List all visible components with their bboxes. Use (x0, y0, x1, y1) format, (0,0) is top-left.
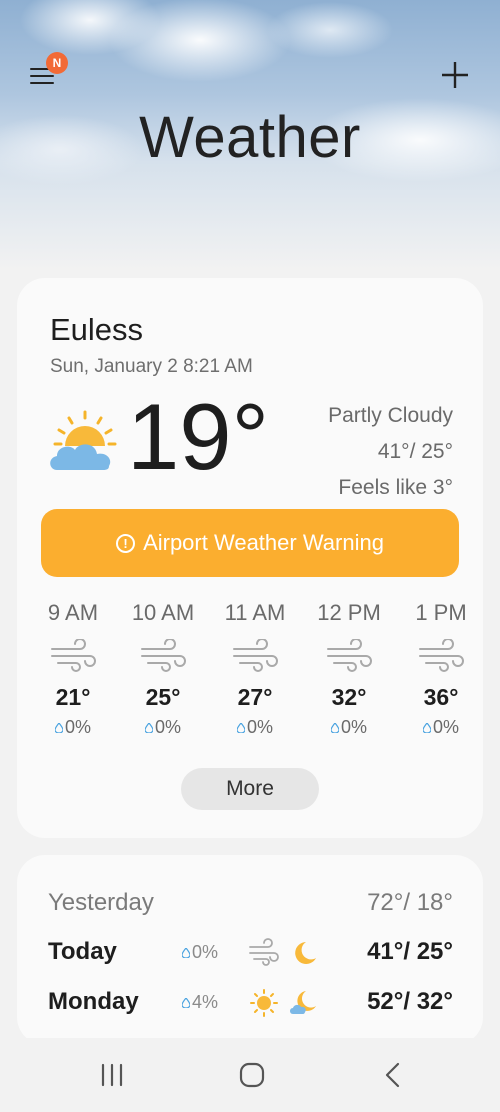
more-button[interactable]: More (181, 768, 319, 810)
recent-apps-icon (101, 1063, 123, 1087)
notification-badge: N (46, 52, 68, 74)
raindrop-icon (54, 723, 63, 734)
partly-cloudy-icon (50, 410, 117, 470)
hour-time: 11 AM (224, 600, 286, 625)
wind-icon (28, 636, 118, 676)
home-button[interactable] (232, 1060, 272, 1092)
hourly-item[interactable]: 9 AM 21° 0% (28, 600, 118, 738)
raindrop-icon (182, 998, 190, 1009)
hi-lo-temperature: 41°/ 25° (377, 440, 453, 463)
hour-precip-value: 0% (64, 717, 91, 737)
daily-forecast-card[interactable]: Yesterday 72°/ 18° Today 0% 41°/ 25° Mon… (17, 855, 483, 1045)
menu-icon-line (30, 75, 54, 77)
forecast-precip-value: 4% (192, 992, 219, 1012)
hour-precipitation: 0% (210, 717, 300, 738)
hour-precip-value: 0% (340, 717, 367, 737)
hourly-item[interactable]: 10 AM 25° 0% (118, 600, 208, 738)
hour-precip-value: 0% (246, 717, 273, 737)
back-button[interactable] (372, 1060, 412, 1092)
forecast-precip-value: 0% (192, 942, 219, 962)
wind-icon (396, 636, 483, 676)
weather-warning-banner[interactable]: ! Airport Weather Warning (41, 509, 459, 577)
hourly-forecast[interactable]: 9 AM 21° 0% 10 AM 25° 0% 11 AM 27° 0% 12… (17, 600, 483, 750)
recent-apps-button[interactable] (92, 1060, 132, 1092)
forecast-precipitation: 4% (182, 992, 218, 1013)
date-time: Sun, January 2 8:21 AM (50, 356, 253, 377)
warning-label: Airport Weather Warning (143, 530, 384, 555)
weather-summary: Partly Cloudy 41°/ 25° Feels like 3° (328, 398, 453, 506)
city-name: Euless (50, 312, 144, 347)
hour-precipitation: 0% (28, 717, 118, 738)
forecast-row[interactable]: Monday 4% 52°/ 32° (48, 982, 453, 1022)
hour-time: 10 AM (131, 600, 195, 625)
hour-precipitation: 0% (396, 717, 483, 738)
forecast-precipitation: 0% (182, 942, 218, 963)
forecast-row[interactable]: Today 0% 41°/ 25° (48, 932, 453, 972)
menu-icon-line (30, 82, 54, 84)
forecast-day: Monday (48, 988, 139, 1015)
hour-temperature: 21° (55, 684, 91, 710)
hour-time: 9 AM (47, 600, 99, 625)
cloudy-moon-icon (290, 991, 316, 1014)
wind-icon (304, 636, 394, 676)
current-weather-card[interactable]: Euless Sun, January 2 8:21 AM 19° Partly… (17, 278, 483, 838)
page-title: Weather (139, 105, 361, 170)
back-icon (385, 1062, 400, 1088)
raindrop-icon (144, 723, 153, 734)
current-temperature: 19° (127, 384, 270, 489)
condition-text: Partly Cloudy (328, 404, 453, 427)
raindrop-icon (330, 723, 339, 734)
hourly-item[interactable]: 1 PM 36° 0% (396, 600, 483, 738)
forecast-hilo: 41°/ 25° (367, 938, 453, 965)
plus-icon (442, 62, 468, 88)
raindrop-icon (182, 948, 190, 959)
raindrop-icon (236, 723, 245, 734)
hour-temperature: 32° (331, 684, 367, 710)
forecast-hilo: 72°/ 18° (367, 889, 453, 916)
wind-icon (249, 938, 279, 966)
raindrop-icon (422, 723, 431, 734)
hour-precip-value: 0% (154, 717, 181, 737)
hourly-item[interactable]: 12 PM 32° 0% (304, 600, 394, 738)
add-location-button[interactable] (440, 60, 470, 90)
hour-temperature: 27° (237, 684, 273, 710)
hour-precipitation: 0% (304, 717, 394, 738)
forecast-hilo: 52°/ 32° (367, 988, 453, 1015)
hour-time: 1 PM (415, 600, 467, 625)
forecast-day: Yesterday (48, 889, 154, 916)
wind-icon (210, 636, 300, 676)
moon-icon (295, 942, 316, 964)
sun-icon (250, 989, 278, 1017)
hour-time: 12 PM (317, 600, 381, 625)
home-icon (239, 1062, 265, 1088)
feels-like-text: Feels like 3° (338, 476, 453, 499)
forecast-row[interactable]: Yesterday 72°/ 18° (48, 883, 453, 923)
hour-precip-value: 0% (432, 717, 459, 737)
navigation-bar (0, 1038, 500, 1112)
warning-icon: ! (116, 533, 136, 553)
forecast-day: Today (48, 938, 117, 965)
hour-temperature: 36° (423, 684, 459, 710)
hourly-item[interactable]: 11 AM 27° 0% (210, 600, 300, 738)
wind-icon (118, 636, 208, 676)
hour-temperature: 25° (145, 684, 181, 710)
hour-precipitation: 0% (118, 717, 208, 738)
